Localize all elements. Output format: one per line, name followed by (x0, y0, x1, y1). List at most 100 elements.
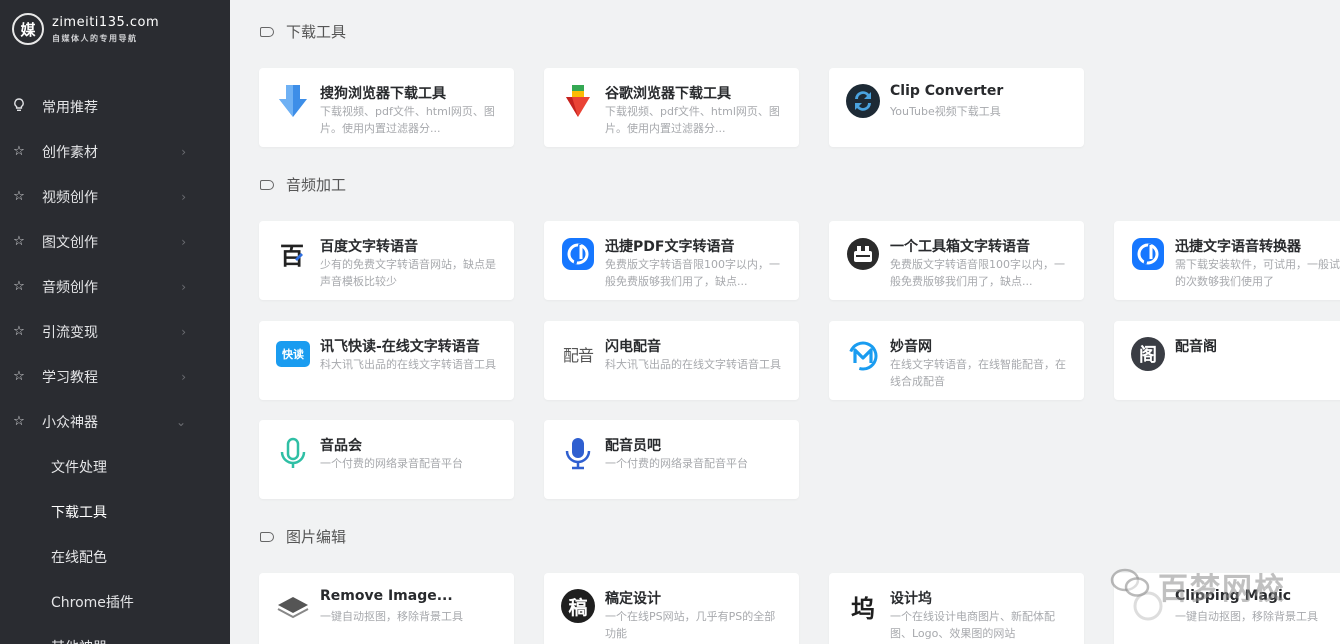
shejiwu-icon: 坞 (846, 589, 880, 623)
chevron-right-icon: › (181, 324, 186, 339)
sidebar-item-label: 学习教程 (42, 369, 98, 386)
tool-card-peiyinge[interactable]: 阁 配音阁 (1114, 321, 1340, 400)
submenu-item-file[interactable]: 文件处理 (0, 444, 230, 489)
card-title: 设计坞 (890, 591, 932, 607)
xunjie-icon (561, 237, 595, 271)
chevron-right-icon: › (181, 279, 186, 294)
submenu-item-other[interactable]: 其他神器 (0, 624, 230, 644)
tool-card-peiyinyuan[interactable]: 配音员吧 一个付费的网络录音配音平台 (544, 420, 799, 499)
miaoyin-icon (846, 337, 880, 371)
chevron-right-icon: › (181, 234, 186, 249)
star-icon: ☆ (13, 324, 25, 339)
chrome-download-icon (561, 84, 595, 118)
sidebar-item-label: 小众神器 (42, 414, 98, 431)
site-slogan: 自媒体人的专用导航 (52, 33, 138, 43)
card-title: 配音员吧 (605, 438, 661, 454)
download-arrow-icon (276, 84, 310, 118)
card-desc: 一个付费的网络录音配音平台 (605, 457, 748, 470)
xunfei-icon: 快读 (276, 337, 310, 371)
section-title-label: 音频加工 (286, 176, 347, 194)
card-desc: 在线文字转语音，在线智能配音，在线合成配音 (890, 358, 1066, 388)
section-title-download: 下载工具 (260, 21, 346, 42)
star-icon: ☆ (13, 414, 25, 429)
card-desc: 一键自动抠图，移除背景工具 (1175, 610, 1318, 623)
chevron-right-icon: › (181, 369, 186, 384)
chevron-right-icon: › (181, 189, 186, 204)
sidebar-item-label: 常用推荐 (42, 99, 98, 116)
card-title: 迅捷文字语音转换器 (1175, 239, 1301, 255)
sidebar-item-video[interactable]: ☆ 视频创作 › (0, 174, 230, 219)
submenu-item-chrome[interactable]: Chrome插件 (0, 579, 230, 624)
section-title-audio: 音频加工 (260, 174, 346, 195)
sidebar-item-tutorial[interactable]: ☆ 学习教程 › (0, 354, 230, 399)
submenu-item-download[interactable]: 下载工具 (0, 489, 230, 534)
tool-card-xunjie-converter[interactable]: 迅捷文字语音转换器 需下载安装软件，可试用，一般试用的次数够我们使用了 (1114, 221, 1340, 300)
sidebar-item-label: 创作素材 (42, 144, 98, 161)
star-icon: ☆ (13, 144, 25, 159)
tool-card-yinpinhui[interactable]: 音品会 一个付费的网络录音配音平台 (259, 420, 514, 499)
clip-converter-icon (846, 84, 880, 118)
submenu-item-color[interactable]: 在线配色 (0, 534, 230, 579)
sidebar-item-recommend[interactable]: 常用推荐 (0, 84, 230, 129)
card-title: Clip Converter (890, 83, 1004, 99)
star-icon: ☆ (13, 189, 25, 204)
shandian-icon-text: 配音 (562, 346, 594, 365)
card-title: 讯飞快读-在线文字转语音 (320, 339, 480, 355)
tool-card-baidu-tts[interactable]: 百 百度文字转语音 少有的免费文字转语音网站，缺点是声音模板比较少 (259, 221, 514, 300)
tool-card-clip-converter[interactable]: Clip Converter YouTube视频下载工具 (829, 68, 1084, 147)
yinpinhui-icon (276, 436, 310, 470)
peiyinge-icon: 阁 (1131, 337, 1165, 371)
sidebar-item-label: 图文创作 (42, 234, 98, 251)
sidebar-item-traffic[interactable]: ☆ 引流变现 › (0, 309, 230, 354)
card-desc: 下载视频、pdf文件、html网页、图片。使用内置过滤器分... (605, 105, 780, 135)
section-title-image: 图片编辑 (260, 526, 346, 547)
sidebar-item-materials[interactable]: ☆ 创作素材 › (0, 129, 230, 174)
logo-mark: 媒 (12, 13, 44, 45)
tool-card-remove-image[interactable]: Remove Image... 一键自动抠图，移除背景工具 (259, 573, 514, 644)
tool-card-sogou[interactable]: 搜狗浏览器下载工具 下载视频、pdf文件、html网页、图片。使用内置过滤器分.… (259, 68, 514, 147)
tool-card-google[interactable]: 谷歌浏览器下载工具 下载视频、pdf文件、html网页、图片。使用内置过滤器分.… (544, 68, 799, 147)
tag-icon (260, 531, 274, 542)
site-domain: zimeiti135.com (52, 14, 160, 30)
sidebar-item-article[interactable]: ☆ 图文创作 › (0, 219, 230, 264)
bulb-icon (12, 97, 26, 116)
peiyinge-icon-text: 阁 (1131, 337, 1165, 371)
site-logo[interactable]: 媒 zimeiti135.com 自媒体人的专用导航 (0, 0, 230, 58)
card-title: 妙音网 (890, 339, 932, 355)
card-title: 闪电配音 (605, 339, 661, 355)
sidebar-item-audio[interactable]: ☆ 音频创作 › (0, 264, 230, 309)
tool-card-xunjie-pdf[interactable]: 迅捷PDF文字转语音 免费版文字转语音限100字以内，一般免费版够我们用了，缺点… (544, 221, 799, 300)
card-title: Clipping Magic (1175, 588, 1292, 604)
card-title: 音品会 (320, 438, 362, 454)
baidu-tts-icon: 百 (276, 237, 310, 271)
sidebar-item-niche-tools[interactable]: ☆ 小众神器 ⌄ (0, 399, 230, 444)
section-title-label: 下载工具 (286, 23, 347, 41)
gaoding-icon-text: 稿 (561, 589, 595, 623)
card-title: 百度文字转语音 (320, 239, 418, 255)
tool-card-shandian[interactable]: 配音 闪电配音 科大讯飞出品的在线文字转语音工具 (544, 321, 799, 400)
tool-card-miaoyin[interactable]: 妙音网 在线文字转语音，在线智能配音，在线合成配音 (829, 321, 1084, 400)
card-desc: 需下载安装软件，可试用，一般试用的次数够我们使用了 (1175, 258, 1340, 288)
tool-card-toolbox-tts[interactable]: 一个工具箱文字转语音 免费版文字转语音限100字以内，一般免费版够我们用了，缺点… (829, 221, 1084, 300)
tag-icon (260, 179, 274, 190)
tool-card-gaoding[interactable]: 稿 稿定设计 一个在线PS网站，几乎有PS的全部功能 (544, 573, 799, 644)
card-desc: 一个付费的网络录音配音平台 (320, 457, 463, 470)
sidebar-item-label: 音频创作 (42, 279, 98, 296)
tool-card-shejiwu[interactable]: 坞 设计坞 一个在线设计电商图片、新配体配图、Logo、效果图的网站 (829, 573, 1084, 644)
toolbox-icon (846, 237, 880, 271)
card-desc: YouTube视频下载工具 (890, 105, 1001, 118)
star-icon: ☆ (13, 279, 25, 294)
sidebar: 媒 zimeiti135.com 自媒体人的专用导航 常用推荐 ☆ 创作素材 ›… (0, 0, 230, 644)
sidebar-item-label: 视频创作 (42, 189, 98, 206)
chevron-down-icon: ⌄ (175, 414, 186, 429)
star-icon: ☆ (13, 369, 25, 384)
main-content: 下载工具 搜狗浏览器下载工具 下载视频、pdf文件、html网页、图片。使用内置… (230, 0, 1340, 644)
tool-card-clipping-magic[interactable]: Clipping Magic 一键自动抠图，移除背景工具 (1114, 573, 1340, 644)
card-desc: 一个在线PS网站，几乎有PS的全部功能 (605, 610, 776, 640)
card-desc: 下载视频、pdf文件、html网页、图片。使用内置过滤器分... (320, 105, 495, 135)
shandian-icon: 配音 (561, 337, 595, 371)
card-title: 稿定设计 (605, 591, 661, 607)
tool-card-xunfei[interactable]: 快读 讯飞快读-在线文字转语音 科大讯飞出品的在线文字转语音工具 (259, 321, 514, 400)
shejiwu-icon-text: 坞 (851, 594, 875, 623)
gaoding-icon: 稿 (561, 589, 595, 623)
